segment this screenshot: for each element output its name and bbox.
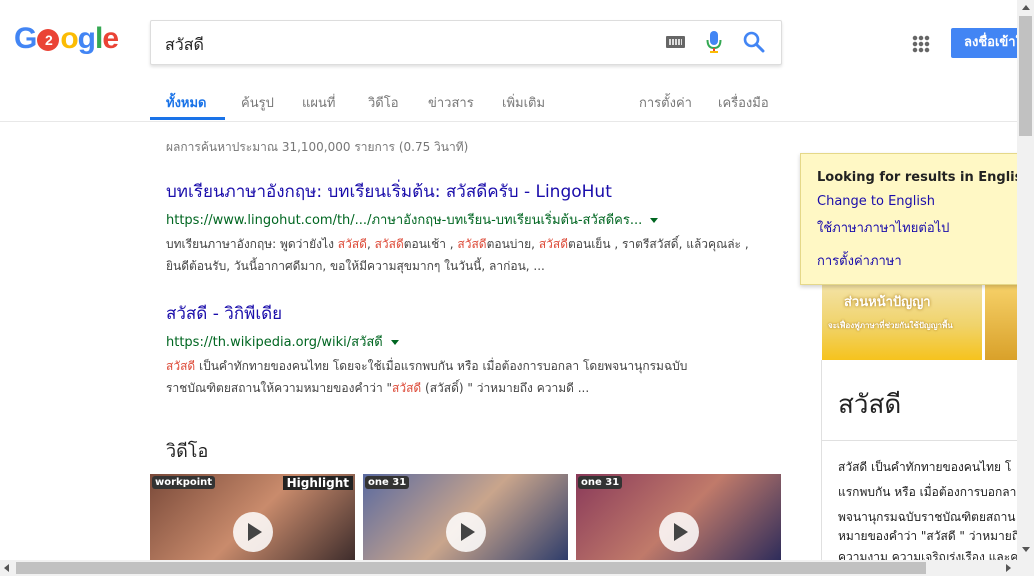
snippet-text: ตอนเย็น , ราตรีสวัสดิ์, แล้วคุณล่ะ , xyxy=(568,237,749,251)
play-icon[interactable] xyxy=(446,512,486,552)
active-tab-indicator xyxy=(150,117,225,120)
video-thumbnail[interactable]: workpoint Highlight xyxy=(150,474,355,564)
channel-badge: workpoint xyxy=(152,476,216,489)
horizontal-scrollbar-thumb[interactable] xyxy=(16,562,926,574)
microphone-icon[interactable] xyxy=(706,30,722,54)
keyword-highlight: สวัสดี xyxy=(457,237,487,251)
keyword-highlight: สวัสดี xyxy=(392,381,422,395)
vertical-scrollbar-thumb[interactable] xyxy=(1019,16,1032,136)
google-doodle-logo[interactable]: G 2 ogle xyxy=(14,22,119,56)
scroll-up-arrow-icon[interactable] xyxy=(1022,5,1030,10)
result-url: https://www.lingohut.com/th/.../ภาษาอังก… xyxy=(166,209,766,230)
tab-more[interactable]: เพิ่มเติม xyxy=(502,92,545,113)
tab-settings[interactable]: การตั้งค่า xyxy=(639,92,692,113)
snippet-line: ยินดีต้อนรับ, วันนี้อากาศดีมาก, ขอให้มีค… xyxy=(166,259,545,273)
play-icon[interactable] xyxy=(659,512,699,552)
search-result: สวัสดี - วิกิพีเดีย https://th.wikipedia… xyxy=(166,300,766,399)
knowledge-panel-text: พจนานุกรมฉบับราชบัณฑิตยสถาน xyxy=(838,510,1016,524)
result-stats: ผลการค้นหาประมาณ 31,100,000 รายการ (0.75… xyxy=(166,140,469,154)
keyword-highlight: สวัสดี xyxy=(166,359,196,373)
result-url: https://th.wikipedia.org/wiki/สวัสดี xyxy=(166,331,766,352)
keyword-highlight: สวัสดี xyxy=(538,237,568,251)
tab-tools[interactable]: เครื่องมือ xyxy=(718,92,769,113)
snippet-text: , xyxy=(366,237,375,251)
search-icon[interactable] xyxy=(743,31,765,53)
knowledge-panel-text: หมายของคำว่า "สวัสดี " ว่าหมายถึ xyxy=(838,529,1020,543)
keyboard-icon[interactable] xyxy=(666,36,685,48)
highlight-label: Highlight xyxy=(282,476,353,490)
channel-badge: one 31 xyxy=(365,476,410,489)
snippet-text: (สวัสดิ์) " ว่าหมายถึง ความดี ... xyxy=(421,381,590,395)
knowledge-panel-divider xyxy=(822,440,1020,441)
dropdown-caret-icon[interactable] xyxy=(650,218,659,223)
language-suggestion-box: Looking for results in English? Change t… xyxy=(800,153,1034,285)
result-title-link[interactable]: บทเรียนภาษาอังกฤษ: บทเรียนเริ่มต้น: สวัส… xyxy=(166,178,766,205)
knowledge-panel-image[interactable]: ส่วนหน้าปัญญา จะเฟื่องฟูภาษาที่ช่วยกันใช… xyxy=(822,283,982,360)
dropdown-caret-icon[interactable] xyxy=(390,340,399,345)
change-to-english-link[interactable]: Change to English xyxy=(817,194,935,209)
snippet-text: ตอนบ่าย, xyxy=(486,237,539,251)
result-url-text: https://www.lingohut.com/th/.../ภาษาอังก… xyxy=(166,213,643,228)
apps-grid-icon[interactable] xyxy=(912,35,930,53)
result-snippet: สวัสดี เป็นคำทักทายของคนไทย โดยจะใช้เมื่… xyxy=(166,355,766,399)
video-thumbnail[interactable]: one 31 xyxy=(576,474,781,564)
header-divider xyxy=(0,121,1020,122)
channel-badge: one 31 xyxy=(578,476,623,489)
image-caption: ส่วนหน้าปัญญา xyxy=(844,295,931,310)
tab-videos[interactable]: วิดีโอ xyxy=(368,92,399,113)
keyword-highlight: สวัสดี xyxy=(337,237,367,251)
knowledge-panel-text: สวัสดี เป็นคำทักทายของคนไทย โ xyxy=(838,460,1012,474)
search-box[interactable]: สวัสดี xyxy=(150,20,782,65)
tab-all[interactable]: ทั้งหมด xyxy=(166,92,207,113)
snippet-text: เป็นคำทักทายของคนไทย โดยจะใช้เมื่อแรกพบก… xyxy=(195,359,688,373)
videos-heading: วิดีโอ xyxy=(166,441,209,462)
snippet-text: ราชบัณฑิตยสถานให้ความหมายของคำว่า " xyxy=(166,381,393,395)
language-box-title: Looking for results in English? xyxy=(817,170,1034,185)
keep-thai-link[interactable]: ใช้ภาษาภาษาไทยต่อไป xyxy=(817,217,949,238)
snippet-line: บทเรียนภาษาอังกฤษ: พูดว่ายังไง สวัสดี, ส… xyxy=(166,233,766,255)
snippet-text: ตอนเช้า , xyxy=(403,237,458,251)
snippet-line: สวัสดี เป็นคำทักทายของคนไทย โดยจะใช้เมื่… xyxy=(166,355,766,377)
language-settings-link[interactable]: การตั้งค่าภาษา xyxy=(817,250,902,271)
search-input[interactable]: สวัสดี xyxy=(165,33,204,58)
play-icon[interactable] xyxy=(233,512,273,552)
knowledge-panel-text: แรกพบกัน หรือ เมื่อต้องการบอกลา xyxy=(838,485,1017,499)
tab-news[interactable]: ข่าวสาร xyxy=(428,92,474,113)
knowledge-panel-title: สวัสดี xyxy=(838,390,902,420)
snippet-line: ราชบัณฑิตยสถานให้ความหมายของคำว่า "สวัสด… xyxy=(166,377,766,399)
image-caption: จะเฟื่องฟูภาษาที่ช่วยกันใช้ปัญญาพื้น xyxy=(828,321,953,330)
result-url-text: https://th.wikipedia.org/wiki/สวัสดี xyxy=(166,335,383,350)
search-result: บทเรียนภาษาอังกฤษ: บทเรียนเริ่มต้น: สวัส… xyxy=(166,178,766,277)
scroll-left-arrow-icon[interactable] xyxy=(4,564,9,572)
snippet-text: บทเรียนภาษาอังกฤษ: พูดว่ายังไง xyxy=(166,237,338,251)
keyword-highlight: สวัสดี xyxy=(374,237,404,251)
tab-images[interactable]: ค้นรูป xyxy=(241,92,274,113)
knowledge-panel-image[interactable] xyxy=(985,283,1020,360)
tab-maps[interactable]: แผนที่ xyxy=(302,92,335,113)
result-title-link[interactable]: สวัสดี - วิกิพีเดีย xyxy=(166,300,766,327)
result-snippet: บทเรียนภาษาอังกฤษ: พูดว่ายังไง สวัสดี, ส… xyxy=(166,233,766,277)
scroll-down-arrow-icon[interactable] xyxy=(1022,547,1030,552)
scroll-right-arrow-icon[interactable] xyxy=(1006,564,1011,572)
video-thumbnail[interactable]: one 31 xyxy=(363,474,568,564)
